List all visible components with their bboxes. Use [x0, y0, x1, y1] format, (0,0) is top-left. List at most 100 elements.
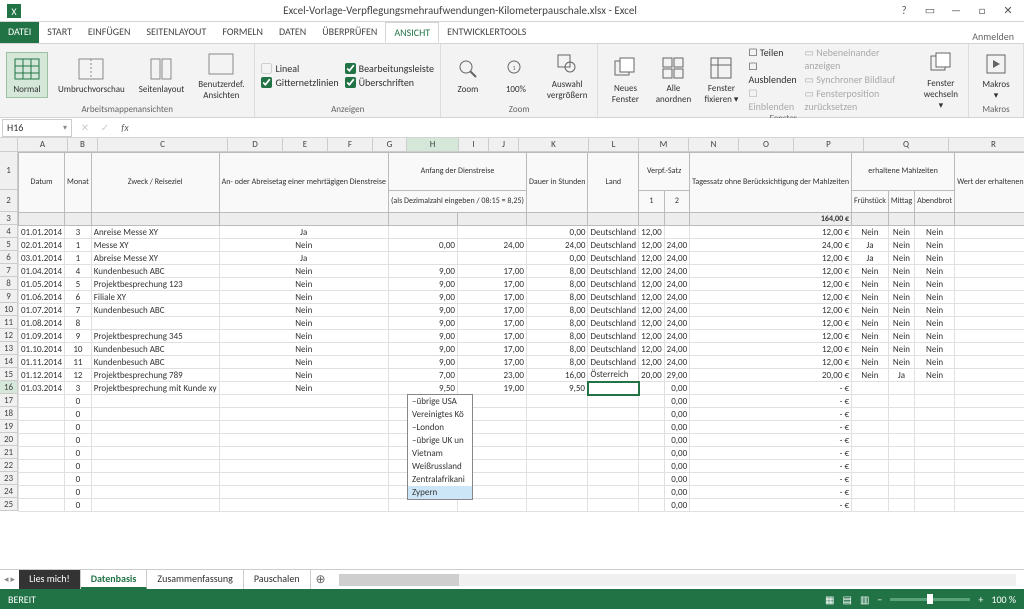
cell[interactable] — [19, 460, 65, 473]
cell[interactable]: Österreich — [588, 369, 639, 382]
cell[interactable]: 29,00 — [664, 369, 690, 382]
dropdown-item[interactable]: Weißrussland — [408, 460, 472, 473]
arrange-all-button[interactable]: Alle anordnen — [652, 52, 694, 107]
cell[interactable]: Nein — [888, 265, 914, 278]
header-sub-cell[interactable]: Abendbrot — [915, 191, 955, 213]
cell[interactable]: - € — [955, 499, 1024, 512]
col-header-I[interactable]: I — [459, 138, 489, 152]
cell[interactable]: - € — [955, 356, 1024, 369]
cell[interactable] — [526, 434, 588, 447]
cell[interactable]: Nein — [852, 343, 889, 356]
cell[interactable]: 0,00 — [664, 408, 690, 421]
header-cell[interactable]: Land — [588, 153, 639, 213]
menu-tab-datei[interactable]: DATEI — [0, 22, 39, 43]
cell[interactable]: Deutschland — [588, 291, 639, 304]
cell[interactable]: 12,00 € — [690, 343, 852, 356]
cell[interactable]: 01.04.2014 — [19, 265, 65, 278]
cell[interactable]: Deutschland — [588, 226, 639, 239]
cell[interactable]: 12,00 — [639, 252, 665, 265]
cell[interactable]: 0,00 — [664, 447, 690, 460]
row-header-25[interactable]: 25 — [0, 498, 18, 511]
cell[interactable]: Nein — [852, 356, 889, 369]
cell[interactable]: 9,00 — [388, 278, 457, 291]
cell[interactable] — [388, 499, 457, 512]
cell[interactable]: 01.03.2014 — [19, 382, 65, 395]
cell[interactable] — [526, 486, 588, 499]
cell[interactable]: 12,00 — [639, 317, 665, 330]
cell[interactable] — [219, 408, 388, 421]
cell[interactable]: - € — [955, 473, 1024, 486]
cell[interactable]: Nein — [915, 317, 955, 330]
dropdown-item[interactable]: –übrige UK un — [408, 434, 472, 447]
cell[interactable]: 9,00 — [388, 343, 457, 356]
row-header-13[interactable]: 13 — [0, 342, 18, 355]
cell[interactable]: 16,00 — [526, 369, 588, 382]
cell[interactable]: 12 — [65, 369, 92, 382]
cell[interactable]: Nein — [888, 317, 914, 330]
cell[interactable]: Nein — [219, 239, 388, 252]
cell[interactable] — [915, 460, 955, 473]
cell[interactable]: 24,00 € — [690, 239, 852, 252]
cell[interactable]: 8,00 — [526, 291, 588, 304]
summary-cell[interactable]: 164,00 € — [690, 213, 852, 226]
cell[interactable]: Nein — [915, 304, 955, 317]
cell[interactable]: 9,00 — [388, 356, 457, 369]
cell[interactable]: - € — [690, 486, 852, 499]
menu-tab-ansicht[interactable]: ANSICHT — [385, 22, 439, 43]
cell[interactable]: - € — [955, 265, 1024, 278]
row-header-23[interactable]: 23 — [0, 472, 18, 485]
close-icon[interactable]: ✕ — [996, 2, 1020, 20]
cell[interactable] — [888, 486, 914, 499]
cell[interactable] — [526, 473, 588, 486]
cell[interactable] — [388, 252, 457, 265]
cell[interactable]: Deutschland — [588, 252, 639, 265]
cell[interactable] — [888, 447, 914, 460]
cell[interactable]: - € — [955, 304, 1024, 317]
cell[interactable]: 01.11.2014 — [19, 356, 65, 369]
row-header-3[interactable]: 3 — [0, 212, 18, 225]
menu-tab-einfügen[interactable]: EINFÜGEN — [80, 22, 139, 43]
cell[interactable] — [852, 447, 889, 460]
cell[interactable] — [639, 499, 665, 512]
cell[interactable]: Nein — [888, 291, 914, 304]
cell[interactable] — [915, 486, 955, 499]
menu-tab-seitenlayout[interactable]: SEITENLAYOUT — [138, 22, 214, 43]
cell[interactable]: 0,00 — [664, 499, 690, 512]
cell[interactable] — [91, 434, 219, 447]
cell[interactable]: 11,60 € — [955, 369, 1024, 382]
cell[interactable]: 4 — [65, 265, 92, 278]
col-header-M[interactable]: M — [639, 138, 689, 152]
cell[interactable]: Nein — [852, 304, 889, 317]
cell[interactable]: 0,00 — [664, 486, 690, 499]
cell[interactable]: Kundenbesuch ABC — [91, 304, 219, 317]
cell[interactable]: Filiale XY — [91, 291, 219, 304]
cell[interactable]: 12,00 € — [690, 265, 852, 278]
cell[interactable] — [91, 317, 219, 330]
cell[interactable]: - € — [690, 421, 852, 434]
cancel-formula-icon[interactable]: ✕ — [76, 121, 94, 134]
cell[interactable]: - € — [955, 382, 1024, 395]
spreadsheet-grid[interactable]: ABCDEFGHIJKLMNOPQR 123456789101112131415… — [0, 138, 1024, 569]
col-header-H[interactable]: H — [407, 138, 459, 152]
cell[interactable]: Nein — [915, 252, 955, 265]
menu-tab-überprüfen[interactable]: ÜBERPRÜFEN — [314, 22, 385, 43]
dropdown-item[interactable]: Vietnam — [408, 447, 472, 460]
row-header-22[interactable]: 22 — [0, 459, 18, 472]
cell[interactable]: 24,00 — [664, 265, 690, 278]
cell[interactable]: 8,00 — [526, 356, 588, 369]
cell[interactable]: 01.05.2014 — [19, 278, 65, 291]
cell[interactable]: 02.01.2014 — [19, 239, 65, 252]
cell[interactable]: 8,00 — [526, 317, 588, 330]
minimize-icon[interactable]: — — [944, 2, 968, 20]
cell[interactable] — [526, 499, 588, 512]
cell[interactable]: 01.06.2014 — [19, 291, 65, 304]
col-header-E[interactable]: E — [283, 138, 328, 152]
cell[interactable] — [664, 226, 690, 239]
cell[interactable] — [888, 408, 914, 421]
cell[interactable]: 0 — [65, 408, 92, 421]
cell[interactable]: - € — [955, 434, 1024, 447]
fx-icon[interactable]: fx — [116, 121, 134, 134]
menu-tab-start[interactable]: START — [39, 22, 80, 43]
cell[interactable]: 17,00 — [457, 343, 526, 356]
cell[interactable] — [91, 499, 219, 512]
